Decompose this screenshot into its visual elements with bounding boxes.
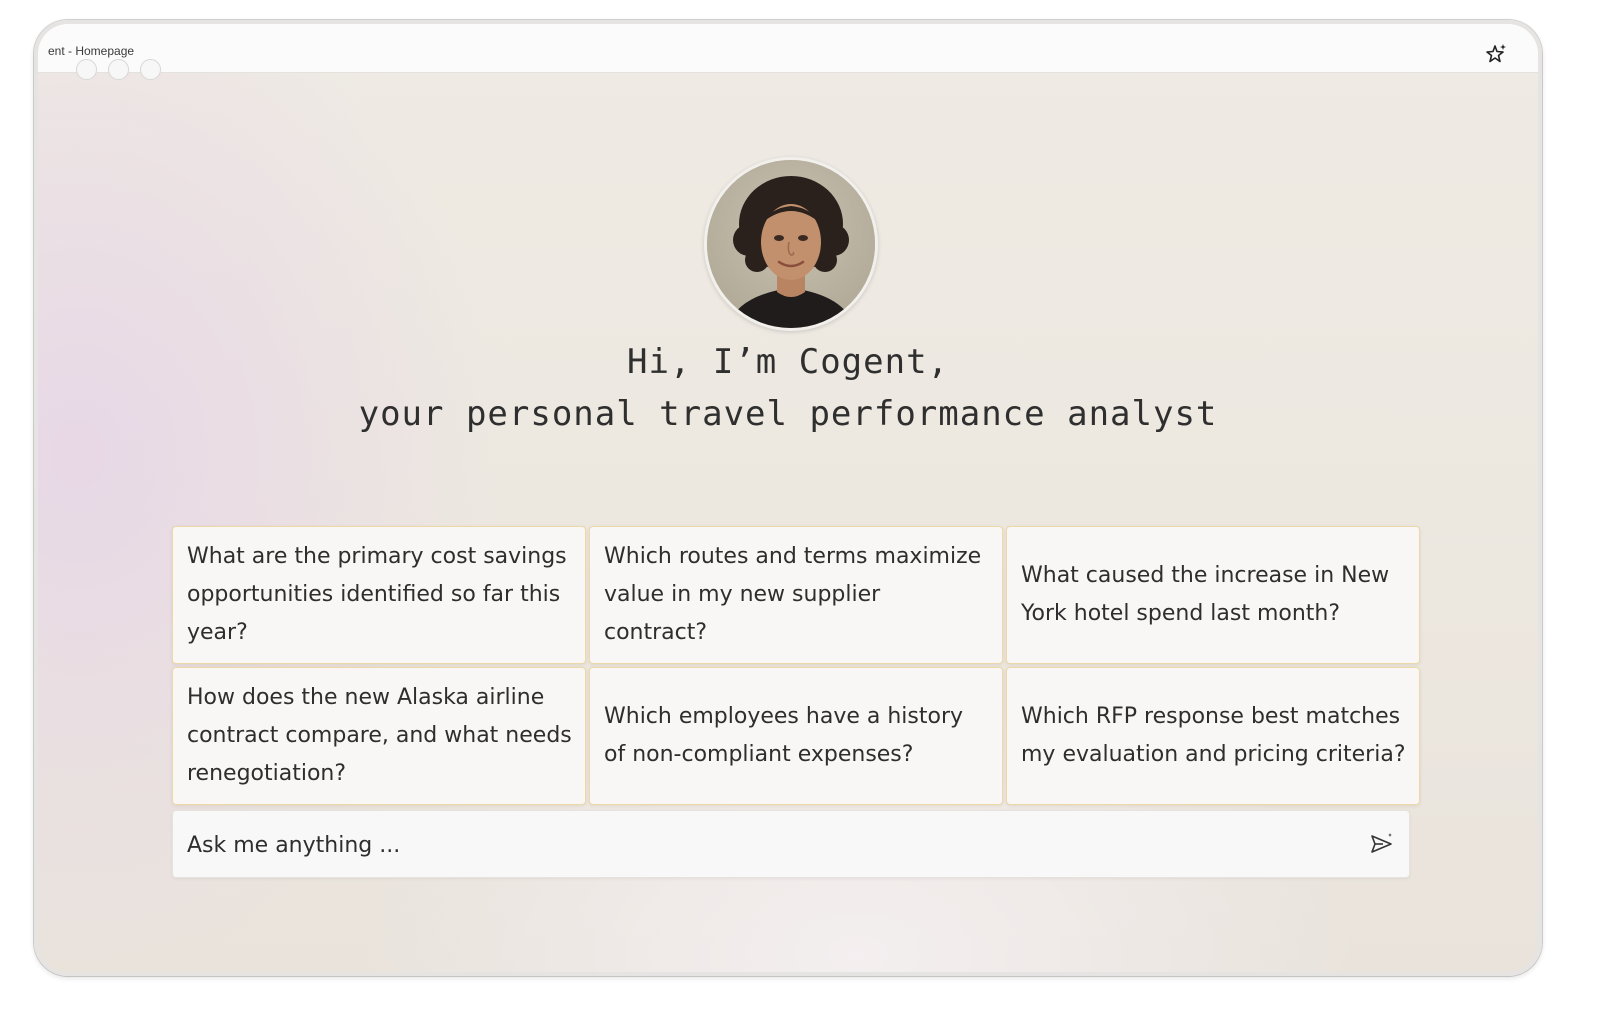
assistant-avatar	[704, 157, 878, 331]
suggestion-text: Which routes and terms maximize value in…	[604, 544, 982, 645]
suggestion-card[interactable]: Which routes and terms maximize value in…	[589, 526, 1003, 664]
suggestion-text: Which employees have a history of non-co…	[604, 704, 964, 767]
maximize-window-button[interactable]	[140, 59, 161, 80]
suggestion-text: What are the primary cost savings opport…	[187, 544, 567, 645]
suggestion-card[interactable]: What caused the increase in New York hot…	[1006, 526, 1420, 664]
suggestion-text: What caused the increase in New York hot…	[1021, 563, 1390, 626]
title-bar: ent - Homepage	[38, 24, 1538, 80]
send-icon[interactable]	[1369, 831, 1395, 857]
chat-input[interactable]	[185, 823, 1349, 867]
suggestion-card[interactable]: Which RFP response best matches my evalu…	[1006, 667, 1420, 805]
app-window: ent - Homepage Hi, I’m Cogent, your pers…	[34, 20, 1542, 976]
minimize-window-button[interactable]	[108, 59, 129, 80]
suggestion-text: Which RFP response best matches my evalu…	[1021, 704, 1406, 767]
suggestion-text: How does the new Alaska airline contract…	[187, 685, 572, 786]
suggestion-card[interactable]: Which employees have a history of non-co…	[589, 667, 1003, 805]
greeting-title: Hi, I’m Cogent,	[626, 342, 950, 382]
suggestion-card[interactable]: How does the new Alaska airline contract…	[172, 667, 586, 805]
suggestion-card[interactable]: What are the primary cost savings opport…	[172, 526, 586, 664]
close-window-button[interactable]	[76, 59, 97, 80]
chat-input-bar	[172, 810, 1410, 878]
greeting-subtitle: your personal travel performance analyst	[358, 394, 1218, 434]
window-title: ent - Homepage	[48, 44, 135, 58]
sparkle-star-icon[interactable]	[1484, 42, 1508, 66]
